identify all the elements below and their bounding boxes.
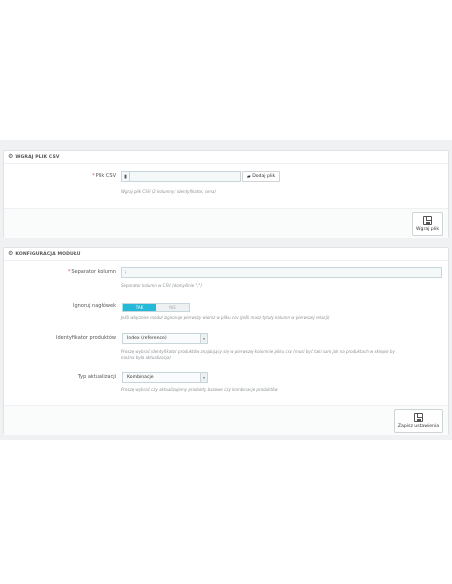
- upload-file-button[interactable]: Wgraj plik: [412, 212, 443, 236]
- identifier-label: Identyfikator produktów: [55, 335, 116, 341]
- module-config-panel: ⚙ KONFIGURACJA MODUŁU *Separator kolumn …: [3, 247, 449, 435]
- config-panel-heading: ⚙ KONFIGURACJA MODUŁU: [4, 248, 448, 261]
- save-settings-button[interactable]: Zapisz ustawienia: [394, 409, 443, 433]
- separator-help: Separator kolumn w CSV (domyślnie ";"): [121, 283, 203, 288]
- add-file-button[interactable]: ▰ Dodaj plik: [242, 171, 280, 182]
- csv-file-input[interactable]: ▮: [121, 171, 241, 182]
- caret-down-icon: ▾: [200, 334, 207, 343]
- folder-open-icon: ▰: [246, 173, 251, 180]
- separator-label: *Separator kolumn: [67, 269, 116, 275]
- floppy-disk-icon: [423, 216, 432, 225]
- caret-down-icon: ▾: [200, 373, 207, 382]
- csv-file-label: *Plik CSV: [92, 173, 116, 179]
- upload-panel-footer: Wgraj plik: [4, 208, 448, 238]
- file-icon: ▮: [122, 172, 130, 181]
- identifier-help-line2: można było aktualizacja): [121, 355, 171, 360]
- config-panel-footer: Zapisz ustawienia: [4, 405, 448, 435]
- config-panel-title: KONFIGURACJA MODUŁU: [15, 251, 81, 257]
- csv-file-help: Wgraj plik CSV (2 kolumny: identyfikator…: [121, 189, 216, 194]
- cog-icon: ⚙: [8, 153, 14, 160]
- separator-input[interactable]: ;: [121, 267, 442, 278]
- update-type-label: Typ aktualizacji: [77, 374, 116, 380]
- update-type-help: Proszę wybrać czy aktualizujemy produkty…: [121, 387, 278, 392]
- floppy-disk-icon: [414, 413, 423, 422]
- toggle-yes[interactable]: TAK: [123, 304, 156, 311]
- upload-panel-title: WGRAJ PLIK CSV: [15, 154, 60, 160]
- identifier-select[interactable]: Index (reference) ▾: [122, 333, 208, 344]
- ignore-header-help: Jeśli włączone moduł zignoruje pierwszy …: [121, 315, 330, 320]
- upload-csv-panel: ⚙ WGRAJ PLIK CSV *Plik CSV ▮ ▰ Dodaj pli…: [3, 150, 449, 238]
- cog-icon: ⚙: [8, 250, 14, 257]
- identifier-help-line1: Proszę wybrać identyfikator produktów zn…: [121, 349, 395, 354]
- ignore-header-label: Ignoruj nagłówek: [72, 303, 116, 309]
- ignore-header-toggle[interactable]: TAK NIE: [122, 303, 190, 312]
- update-type-select[interactable]: Kombinacje ▾: [122, 372, 208, 383]
- upload-panel-heading: ⚙ WGRAJ PLIK CSV: [4, 151, 448, 164]
- toggle-no[interactable]: NIE: [156, 304, 189, 311]
